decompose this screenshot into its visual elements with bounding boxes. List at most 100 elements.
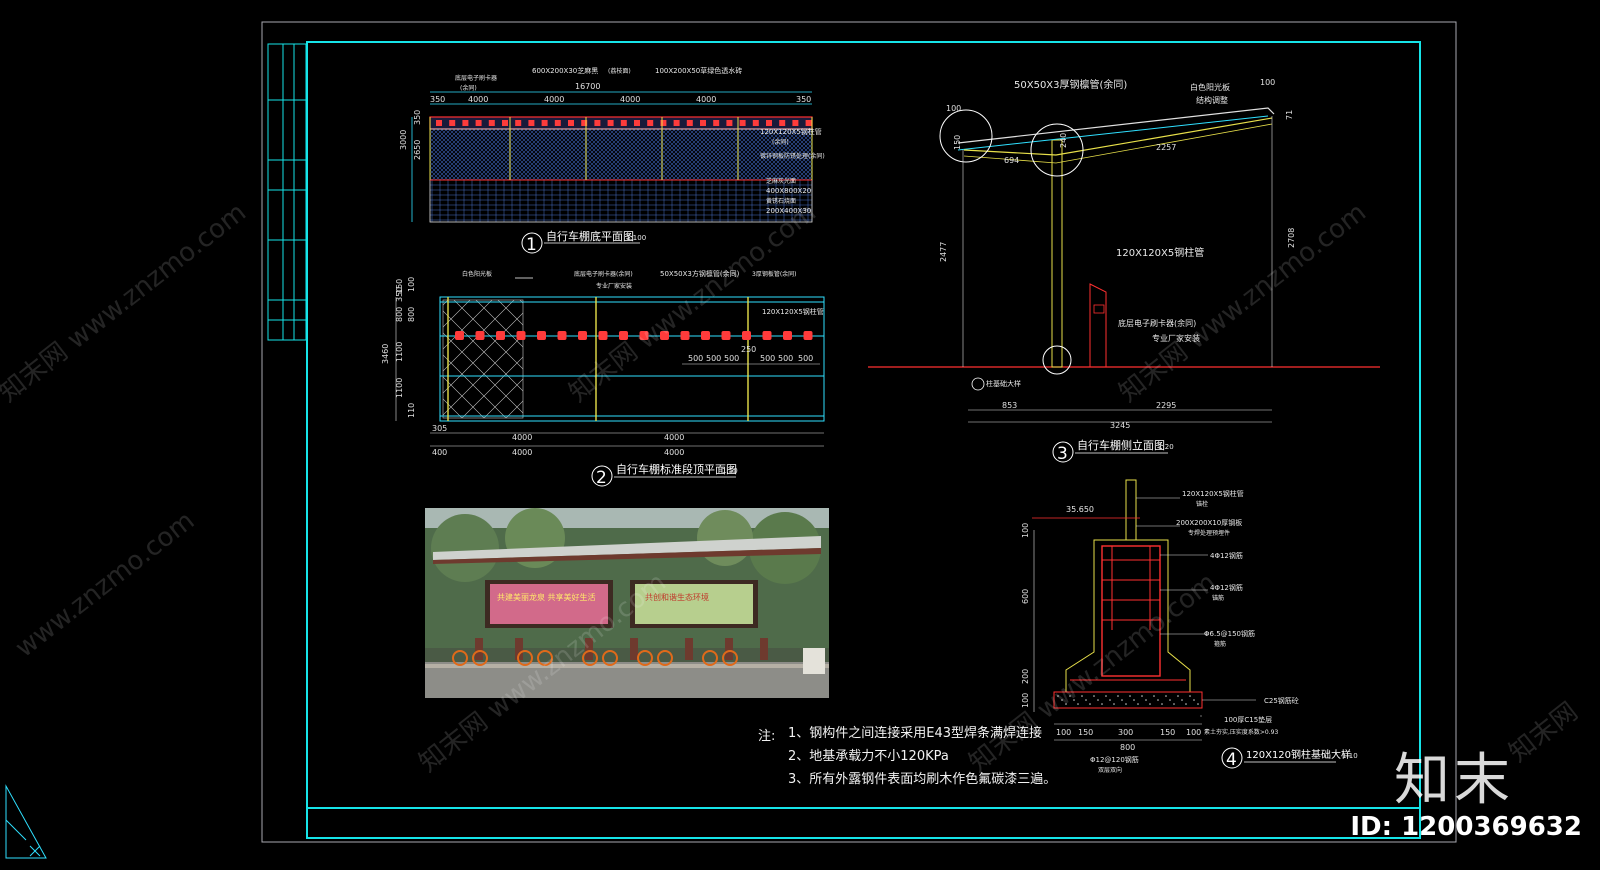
plan1-seg-dim: 4000 — [696, 95, 716, 104]
detail4-title: 120X120钢柱基础大样 — [1246, 748, 1351, 761]
plan2-mid-dim: 500 — [706, 354, 721, 363]
detail4-elev: 35.650 — [1066, 505, 1094, 514]
card-reader-mark — [739, 120, 746, 126]
card-reader-mark — [607, 120, 614, 126]
plan2-number: 2 — [596, 468, 607, 488]
plan1-right-label: 400X800X20 — [766, 187, 811, 195]
plan1-top-label: 底层电子刷卡器 — [455, 74, 497, 82]
card-reader-mark — [805, 120, 812, 126]
gravel-mark — [1133, 699, 1135, 701]
detail4-bottom-dim: 800 — [1120, 743, 1135, 752]
detail4-left-dim: 600 — [1021, 589, 1030, 604]
plan2-bottom-dim: 4000 — [664, 433, 684, 442]
card-reader-mark — [647, 120, 654, 126]
plan1-seg-dim: 4000 — [620, 95, 640, 104]
plan2-mid-dim: 500 — [760, 354, 775, 363]
card-reader-mark — [701, 331, 710, 340]
elev3-dim: 694 — [1004, 156, 1019, 165]
elev3-label: 白色阳光板 — [1190, 82, 1230, 92]
elev3-dim: 71 — [1285, 110, 1294, 120]
plan2-column-label: 120X120X5钢柱管 — [762, 307, 824, 316]
detail4-bottom-dim: 100 — [1186, 728, 1201, 737]
elev3-dim: 150 — [953, 135, 962, 150]
plan1-paving-area — [429, 128, 813, 181]
card-reader-mark — [779, 120, 786, 126]
plan1-top-label: 600X200X30芝麻黑 — [532, 66, 598, 75]
card-reader-mark — [752, 120, 759, 126]
detail4-label: 4Φ12钢筋 — [1210, 551, 1243, 560]
plan1-seg-dim: 350 — [430, 95, 445, 104]
elev3-dim: 2257 — [1156, 143, 1176, 152]
detail4-label: C25钢筋砼 — [1264, 696, 1299, 705]
plan2-mid-dim: 500 — [688, 354, 703, 363]
plan1-scale: 1:100 — [626, 234, 646, 242]
elev3-scale: 1:20 — [1158, 443, 1174, 451]
card-reader-mark — [660, 120, 667, 126]
elev3-label: 50X50X3厚钢檩管(余同) — [1014, 78, 1127, 91]
plan2-left-dim: 1100 — [395, 342, 404, 362]
plan2-panel-hatch — [442, 299, 524, 419]
note-item: 3、所有外露钢件表面均刷木作色氟碳漆三遍。 — [788, 772, 1057, 787]
elev3-dim: 100 — [1260, 78, 1275, 87]
plan2-mid-dim: 250 — [741, 345, 756, 354]
plan1-right-label: 镀锌钢板防锈处理(余同) — [760, 152, 825, 160]
detail-circle — [1042, 345, 1072, 375]
detail4-label: 箍筋 — [1214, 640, 1226, 648]
card-reader-mark — [496, 331, 505, 340]
detail4-label: 100厚C15垫层 — [1224, 715, 1272, 724]
gravel-mark — [1181, 699, 1183, 701]
card-reader-mark — [578, 331, 587, 340]
image-id: ID: 1200369632 — [1350, 812, 1582, 842]
gravel-mark — [1129, 695, 1131, 697]
card-reader-mark — [713, 120, 720, 126]
card-reader-mark — [742, 331, 751, 340]
detail4-label: Φ12@120钢筋 — [1090, 755, 1139, 764]
detail-circle — [939, 109, 993, 163]
detail4-bottom-dim: 150 — [1078, 728, 1093, 737]
gravel-mark — [1157, 699, 1159, 701]
plan1-overall-dim: 16700 — [575, 82, 600, 91]
detail4-label: 素土夯实,压实度系数>0.93 — [1204, 728, 1278, 736]
plan1-title: 自行车棚底平面图 — [546, 229, 634, 243]
detail4-bottom-dim: 150 — [1160, 728, 1175, 737]
detail4-scale: 1:10 — [1342, 752, 1358, 760]
gravel-mark — [1101, 703, 1103, 705]
plan1-top-label: (余同) — [460, 84, 477, 92]
plan1-stone-strip — [429, 179, 813, 223]
card-reader-mark — [455, 331, 464, 340]
plan2-top-label: 白色阳光板 — [462, 270, 492, 278]
detail4-label: 200X200X10厚钢板 — [1176, 518, 1242, 527]
detail4-bottom-dim: 300 — [1118, 728, 1133, 737]
card-reader-mark — [537, 331, 546, 340]
plan1-number: 1 — [526, 235, 537, 255]
detail4-label: 120X120X5钢柱管 — [1182, 489, 1244, 498]
card-reader-mark — [686, 120, 693, 126]
card-reader-mark — [568, 120, 574, 126]
title-block-strip — [267, 43, 307, 341]
gravel-mark — [1093, 695, 1095, 697]
plan1-side-dim: 350 — [413, 110, 422, 125]
elev3-label: 120X120X5钢柱管 — [1116, 246, 1204, 259]
photo-board-left: 共建美丽龙泉 共享美好生活 — [497, 592, 596, 602]
elev3-label: 结构调整 — [1196, 95, 1228, 105]
plan1-seg-dim: 4000 — [468, 95, 488, 104]
detail-4: 35.650 100 600 200 100 100 150 300 150 1… — [1021, 479, 1358, 774]
card-reader-mark — [541, 120, 548, 126]
plan1-right-label: (余同) — [772, 138, 789, 146]
detail4-number: 4 — [1226, 750, 1237, 770]
plan2-bottom-dim: 400 — [432, 448, 447, 457]
card-reader-mark — [502, 120, 508, 126]
elev3-dim: 2295 — [1156, 401, 1176, 410]
plan2-left-dim: 110 — [407, 403, 416, 418]
plan2-left-dim: 800 — [395, 307, 404, 322]
gravel-mark — [1161, 703, 1163, 705]
card-reader-mark — [726, 120, 733, 126]
plan2-mid-dim: 500 — [798, 354, 813, 363]
detail4-left-dim: 200 — [1021, 669, 1030, 684]
elev3-number: 3 — [1057, 444, 1068, 464]
card-reader-mark — [762, 331, 772, 340]
gravel-mark — [1109, 699, 1111, 701]
plan2-top-label: 底层电子刷卡器(余同) — [574, 270, 633, 278]
detail4-label: 双层双向 — [1098, 766, 1122, 774]
notes-prefix: 注: — [758, 729, 776, 744]
